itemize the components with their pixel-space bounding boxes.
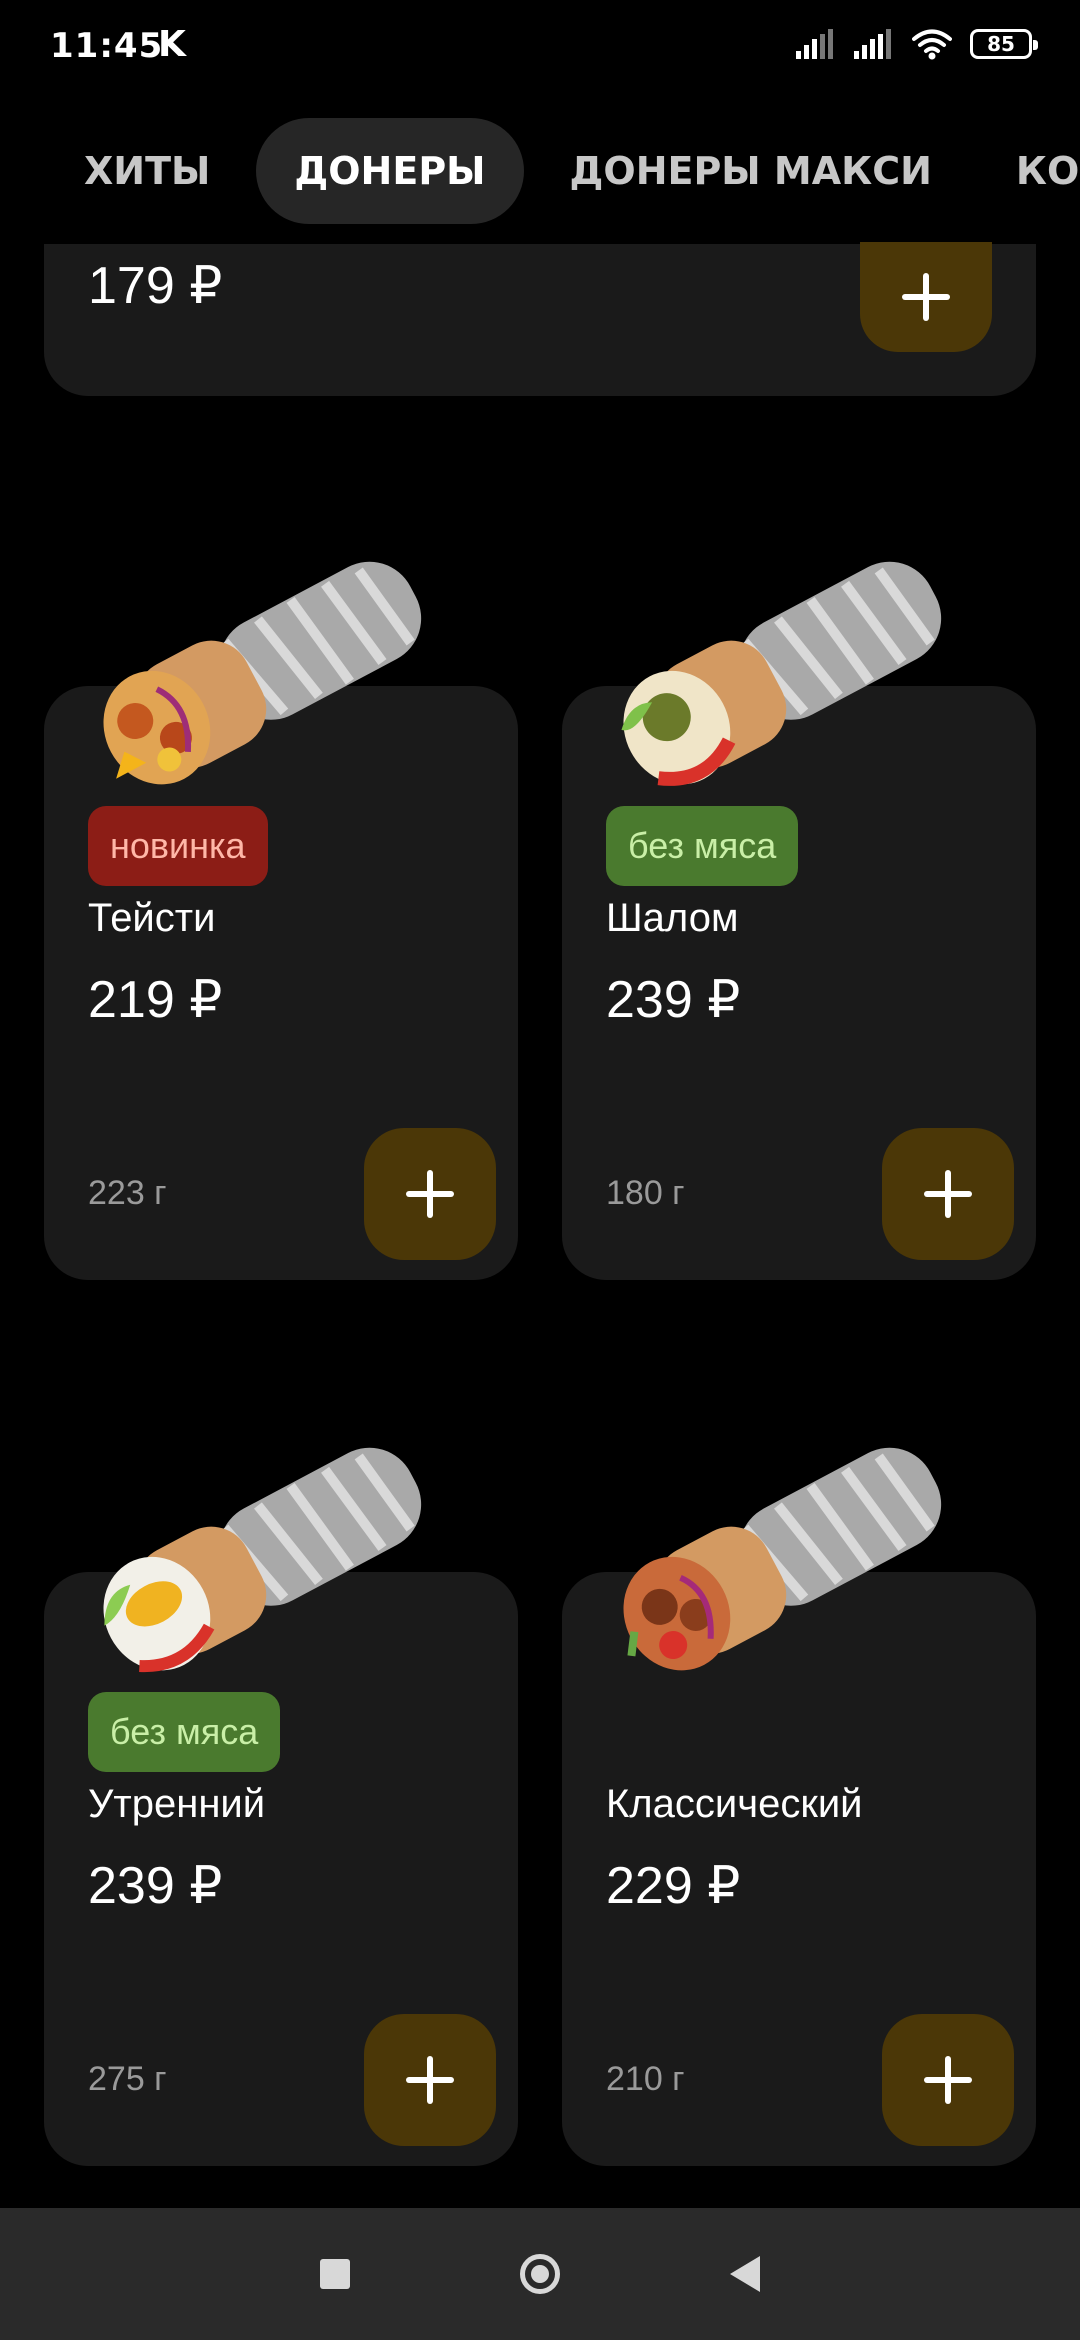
product-name: Тейсти (88, 896, 216, 940)
status-icons: 85 (796, 28, 1038, 60)
add-button[interactable] (364, 2014, 496, 2146)
add-button[interactable] (860, 242, 992, 352)
battery-level: 85 (987, 32, 1015, 56)
product-card-partial[interactable]: 179 ₽ (44, 242, 1036, 396)
badge-vegetarian: без мяса (88, 1692, 281, 1772)
product-name: Утренний (88, 1782, 266, 1826)
product-price: 239 ₽ (88, 1857, 223, 1915)
circle-icon[interactable] (520, 2254, 560, 2294)
tab-combo[interactable]: КОМ (978, 118, 1080, 224)
product-name: Классический (606, 1782, 863, 1826)
product-name: Шалом (606, 896, 739, 940)
plus-icon (406, 2056, 454, 2104)
plus-icon (924, 2056, 972, 2104)
product-weight: 275 г (88, 2060, 167, 2098)
doner-image[interactable] (78, 1442, 458, 1692)
system-navigation-bar (0, 2208, 1080, 2340)
tab-hits[interactable]: ХИТЫ (46, 118, 248, 224)
add-button[interactable] (882, 2014, 1014, 2146)
tab-doners[interactable]: ДОНЕРЫ (256, 118, 524, 224)
back-triangle-icon[interactable] (730, 2256, 760, 2292)
badge-vegetarian: без мяса (606, 806, 799, 886)
plus-icon (902, 273, 950, 321)
status-bar: 11:45 K 85 (0, 0, 1080, 100)
add-button[interactable] (364, 1128, 496, 1260)
add-button[interactable] (882, 1128, 1014, 1260)
product-weight: 210 г (606, 2060, 685, 2098)
status-time: 11:45 (50, 26, 164, 66)
wifi-icon (912, 29, 952, 60)
doner-image[interactable] (78, 556, 458, 806)
product-price: 179 ₽ (88, 257, 223, 315)
tab-doners-maxi[interactable]: ДОНЕРЫ МАКСИ (532, 118, 970, 224)
doner-image[interactable] (598, 556, 978, 806)
product-price: 239 ₽ (606, 971, 741, 1029)
doner-image[interactable] (598, 1442, 978, 1692)
product-weight: 223 г (88, 1174, 167, 1212)
status-notification-k: K (158, 24, 186, 65)
plus-icon (924, 1170, 972, 1218)
badge-new: новинка (88, 806, 268, 886)
category-tabs: ХИТЫ ДОНЕРЫ ДОНЕРЫ МАКСИ КОМ (0, 118, 1080, 224)
plus-icon (406, 1170, 454, 1218)
signal-icon (796, 29, 833, 59)
square-icon[interactable] (320, 2259, 350, 2289)
battery-icon: 85 (970, 29, 1038, 59)
signal-icon (854, 29, 891, 59)
product-weight: 180 г (606, 1174, 685, 1212)
product-price: 219 ₽ (88, 971, 223, 1029)
product-price: 229 ₽ (606, 1857, 741, 1915)
